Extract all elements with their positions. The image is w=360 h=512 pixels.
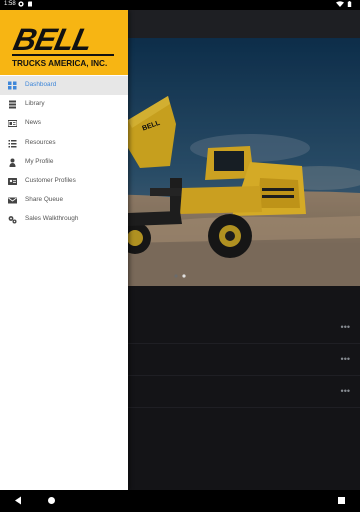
menu-label: Resources <box>25 138 56 146</box>
grid-icon <box>8 81 17 90</box>
menu-item-customer-profiles[interactable]: Customer Profiles <box>0 172 128 191</box>
menu-item-news[interactable]: News <box>0 114 128 133</box>
menu-item-dashboard[interactable]: Dashboard <box>0 76 128 96</box>
sd-card-icon <box>28 1 32 7</box>
menu-item-library[interactable]: Library <box>0 95 128 114</box>
menu-label: News <box>25 119 41 127</box>
home-icon[interactable] <box>47 496 56 505</box>
menu-label: Dashboard <box>25 81 57 88</box>
navigation-drawer: BELL TRUCKS AMERICA, INC. Dashboard Libr… <box>0 10 128 490</box>
menu-label: Library <box>25 100 45 108</box>
newspaper-icon <box>8 120 17 128</box>
person-icon <box>9 158 16 167</box>
list-icon <box>8 139 17 148</box>
drawer-header: BELL TRUCKS AMERICA, INC. <box>0 10 128 75</box>
logo-wordmark: BELL <box>10 22 95 57</box>
menu-item-my-profile[interactable]: My Profile <box>0 153 128 172</box>
bell-logo: BELL TRUCKS AMERICA, INC. <box>8 22 120 70</box>
battery-icon <box>347 1 352 7</box>
menu-label: My Profile <box>25 157 54 165</box>
menu-item-sales-walkthrough[interactable]: Sales Walkthrough <box>0 210 128 229</box>
status-bar: 1:58 <box>0 0 360 10</box>
menu-label: Customer Profiles <box>25 176 76 184</box>
menu-label: Sales Walkthrough <box>25 215 79 223</box>
wifi-icon <box>336 1 344 7</box>
drawer-menu: Dashboard Library News Resources My Prof… <box>0 76 128 230</box>
gears-icon <box>8 216 17 224</box>
menu-label: Share Queue <box>25 196 64 204</box>
contact-card-icon <box>8 177 17 185</box>
back-icon[interactable] <box>14 496 22 505</box>
logo-rule <box>12 54 114 56</box>
status-time: 1:58 <box>4 1 16 7</box>
menu-item-share-queue[interactable]: Share Queue <box>0 191 128 210</box>
envelope-icon <box>8 197 17 204</box>
recents-icon[interactable] <box>337 496 346 505</box>
drawer-scrim[interactable] <box>128 10 360 490</box>
notification-icon <box>18 1 24 7</box>
menu-item-resources[interactable]: Resources <box>0 134 128 153</box>
logo-subtitle: TRUCKS AMERICA, INC. <box>12 59 108 68</box>
library-icon <box>9 100 16 109</box>
system-nav-bar <box>0 490 360 512</box>
